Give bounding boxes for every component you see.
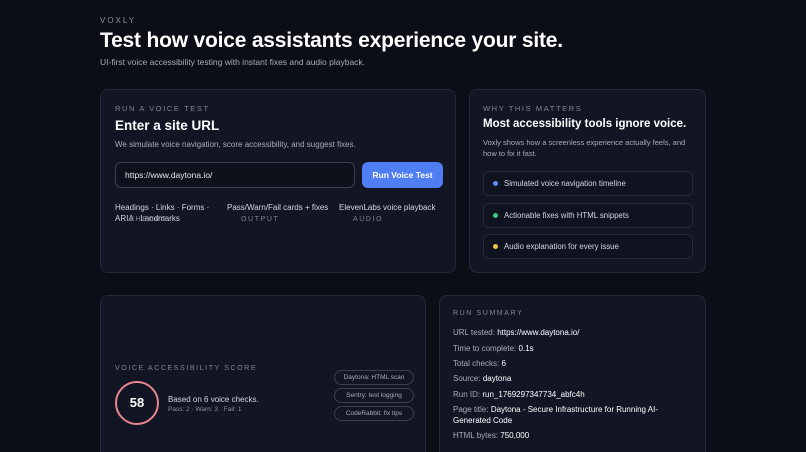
summary-value: 750,000 bbox=[500, 431, 530, 440]
summary-eyebrow: RUN SUMMARY bbox=[453, 310, 524, 317]
run-summary-card: RUN SUMMARY URL tested: https://www.dayt… bbox=[439, 295, 706, 452]
why-item: Audio explanation for every issue bbox=[483, 234, 693, 259]
brand-logo: VOXLY bbox=[100, 16, 137, 25]
meta-checks-label: CHECKS bbox=[129, 216, 168, 223]
why-item-label: Simulated voice navigation timeline bbox=[504, 179, 626, 188]
why-eyebrow: WHY THIS MATTERS bbox=[483, 104, 583, 113]
summary-row: HTML bytes: 750,000 bbox=[453, 430, 693, 441]
meta-output-label: OUTPUT bbox=[241, 216, 280, 223]
run-eyebrow: RUN A VOICE TEST bbox=[115, 104, 210, 113]
page: VOXLY Test how voice assistants experien… bbox=[0, 0, 806, 452]
why-title: Most accessibility tools ignore voice. bbox=[483, 118, 687, 130]
run-voice-test-button[interactable]: Run Voice Test bbox=[362, 162, 443, 188]
page-title: Test how voice assistants experience you… bbox=[100, 29, 563, 52]
why-item-label: Actionable fixes with HTML snippets bbox=[504, 211, 629, 220]
page-subtitle: UI-first voice accessibility testing wit… bbox=[100, 57, 366, 67]
meta-audio-value: ElevenLabs voice playback bbox=[339, 203, 436, 212]
meta-output: OUTPUT Pass/Warn/Fail cards + fixes bbox=[227, 202, 337, 223]
summary-label: Time to complete: bbox=[453, 344, 517, 353]
score-ring: 58 bbox=[115, 381, 159, 425]
score-basis: Based on 6 voice checks. bbox=[168, 395, 259, 404]
why-item-label: Audio explanation for every issue bbox=[504, 242, 619, 251]
bullet-dot-icon bbox=[493, 181, 498, 186]
score-card: VOICE ACCESSIBILITY SCORE 58 Based on 6 … bbox=[100, 295, 426, 452]
summary-value: 6 bbox=[501, 359, 506, 368]
summary-label: URL tested: bbox=[453, 328, 495, 337]
meta-checks: CHECKS Headings · Links · Forms · ARIA ·… bbox=[115, 202, 215, 224]
summary-label: Page title: bbox=[453, 405, 489, 414]
run-description: We simulate voice navigation, score acce… bbox=[115, 140, 356, 149]
meta-audio-label: AUDIO bbox=[353, 216, 384, 223]
integration-tag: Sentry: test logging bbox=[334, 388, 414, 403]
summary-value: https://www.daytona.io/ bbox=[497, 328, 580, 337]
integration-tag: Daytona: HTML scan bbox=[334, 370, 414, 385]
bullet-dot-icon bbox=[493, 244, 498, 249]
score-breakdown: Pass: 2 · Warn: 3 · Fail: 1 bbox=[168, 406, 242, 413]
summary-row: Run ID: run_1769297347734_abfc4h bbox=[453, 389, 693, 400]
summary-row: Total checks: 6 bbox=[453, 358, 693, 369]
summary-label: HTML bytes: bbox=[453, 431, 499, 440]
summary-row: URL tested: https://www.daytona.io/ bbox=[453, 327, 693, 338]
why-description: Voxly shows how a screenless experience … bbox=[483, 138, 686, 158]
summary-value: 0.1s bbox=[518, 344, 534, 353]
integration-tag: CodeRabbit: fix tips bbox=[334, 406, 414, 421]
why-matters-card: WHY THIS MATTERS Most accessibility tool… bbox=[469, 89, 706, 273]
meta-output-value: Pass/Warn/Fail cards + fixes bbox=[227, 203, 329, 212]
run-test-card: RUN A VOICE TEST Enter a site URL We sim… bbox=[100, 89, 456, 273]
score-eyebrow: VOICE ACCESSIBILITY SCORE bbox=[115, 365, 258, 372]
why-item: Actionable fixes with HTML snippets bbox=[483, 203, 693, 228]
summary-label: Source: bbox=[453, 374, 481, 383]
summary-value: daytona bbox=[482, 374, 512, 383]
meta-audio: AUDIO ElevenLabs voice playback bbox=[339, 202, 449, 223]
run-title: Enter a site URL bbox=[115, 118, 220, 133]
site-url-input[interactable]: https://www.daytona.io/ bbox=[115, 162, 355, 188]
summary-row: Page title: Daytona - Secure Infrastruct… bbox=[453, 404, 693, 426]
bullet-dot-icon bbox=[493, 213, 498, 218]
why-item: Simulated voice navigation timeline bbox=[483, 171, 693, 196]
summary-row: Source: daytona bbox=[453, 373, 693, 384]
summary-label: Run ID: bbox=[453, 390, 481, 399]
summary-label: Total checks: bbox=[453, 359, 500, 368]
summary-value: run_1769297347734_abfc4h bbox=[482, 390, 585, 399]
summary-row: Time to complete: 0.1s bbox=[453, 343, 693, 354]
